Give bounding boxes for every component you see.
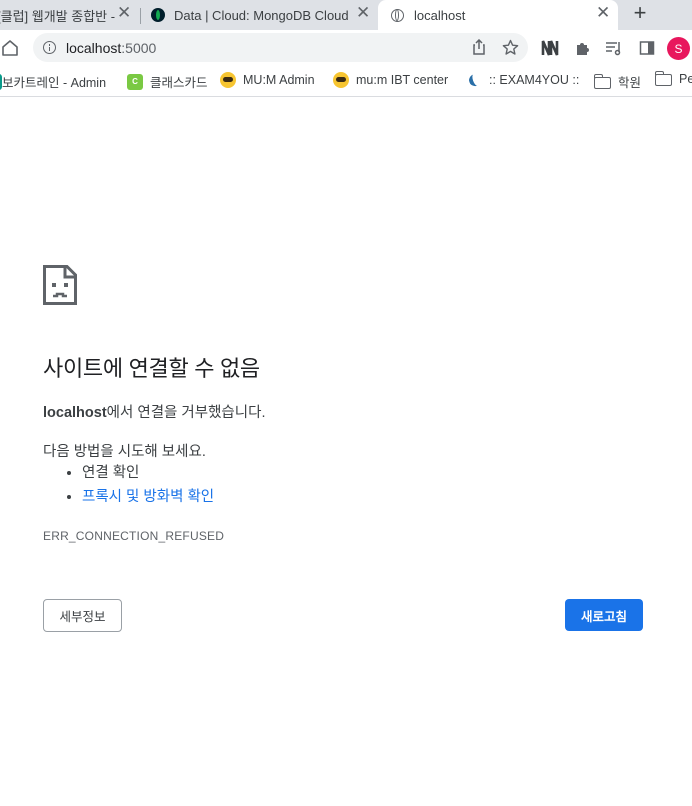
bookmark-mum-admin[interactable]: MU:M Admin [220,72,315,88]
tab-webdev[interactable]: [클럽] 웹개발 종합반 - ✕ [0,0,138,30]
mum-icon [220,72,236,88]
details-button[interactable]: 세부정보 [43,599,122,632]
extension-n-icon [541,40,559,56]
reading-list-button[interactable] [605,39,623,57]
home-icon [2,40,18,56]
suggestion-check-connection: 연결 확인 [82,465,140,481]
close-icon[interactable]: ✕ [117,3,131,23]
suggestions-heading: 다음 방법을 시도해 보세요. [43,444,206,460]
side-panel-icon [639,41,655,55]
folder-icon [654,71,672,86]
error-host: localhost [43,405,107,421]
globe-icon [391,8,404,22]
mum-icon [333,72,349,88]
tab-localhost[interactable]: localhost ✕ [378,0,618,30]
list-item: 프록시 및 방화벽 확인 [82,487,214,511]
bookmark-exam4you[interactable]: :: EXAM4YOU :: [466,72,579,88]
bookmark-vocatrain[interactable]: 보카트레인 - Admin [0,72,106,91]
profile-avatar[interactable]: S [667,37,690,60]
error-description: localhost에서 연결을 거부했습니다. [43,401,265,422]
bookmark-label: Pe [679,72,692,86]
toolbar: localhost:5000 [0,30,692,66]
bookmark-folder-hagwon[interactable]: 학원 [593,72,642,91]
close-icon[interactable]: ✕ [356,3,370,23]
url-port: :5000 [121,40,157,56]
error-title: 사이트에 연결할 수 없음 [43,356,260,381]
home-button[interactable] [0,38,20,58]
mongodb-icon [151,8,165,22]
bookmark-label: MU:M Admin [243,73,315,87]
tab-strip: [클럽] 웹개발 종합반 - ✕ Data | Cloud: MongoDB C… [0,0,692,30]
bookmarks-bar: 보카트레인 - Admin C 클래스카드 MU:M Admin mu:m IB… [0,66,692,97]
sad-page-icon [43,265,77,310]
extension-n-button[interactable] [541,39,559,57]
suggestions-list: 연결 확인 프록시 및 방화벽 확인 [43,463,214,511]
bookmark-classcard[interactable]: C 클래스카드 [127,72,208,91]
site-info-icon[interactable] [43,41,56,54]
close-icon[interactable]: ✕ [596,3,610,23]
exam4you-icon [466,72,482,88]
plus-icon: + [633,0,647,25]
tab-mongodb[interactable]: Data | Cloud: MongoDB Cloud ✕ [141,0,377,30]
reading-list-icon [606,42,621,56]
bookmark-label: 클래스카드 [150,76,208,90]
reload-button[interactable]: 새로고침 [565,599,643,631]
error-code: ERR_CONNECTION_REFUSED [43,529,225,543]
bookmark-button[interactable] [502,39,519,56]
suggestion-proxy-firewall-link[interactable]: 프록시 및 방화벽 확인 [82,489,214,505]
tab-title: localhost [414,7,466,23]
bookmark-star-icon [502,39,519,55]
tab-title: Data | Cloud: MongoDB Cloud [174,7,349,23]
share-icon [473,39,485,55]
share-button[interactable] [471,39,487,55]
error-description-text: 에서 연결을 거부했습니다. [106,405,266,421]
list-item: 연결 확인 [82,463,214,487]
address-bar[interactable]: localhost:5000 [33,33,528,62]
url-host: localhost [66,40,122,56]
bookmark-mum-ibt[interactable]: mu:m IBT center [333,72,448,88]
extensions-button[interactable] [574,39,592,57]
bookmark-label: 학원 [618,76,642,90]
side-panel-button[interactable] [638,39,656,57]
bookmark-label: mu:m IBT center [356,73,449,87]
classcard-icon: C [127,73,143,90]
bookmark-label: :: EXAM4YOU :: [489,73,580,87]
puzzle-icon [577,43,589,55]
bookmark-label: 보카트레인 - Admin [2,76,107,90]
url-text[interactable]: localhost:5000 [66,40,156,56]
folder-icon [593,73,611,89]
new-tab-button[interactable]: + [620,0,660,26]
bookmark-folder-pe[interactable]: Pe [654,71,692,86]
tab-title: [클럽] 웹개발 종합반 - [0,8,116,24]
